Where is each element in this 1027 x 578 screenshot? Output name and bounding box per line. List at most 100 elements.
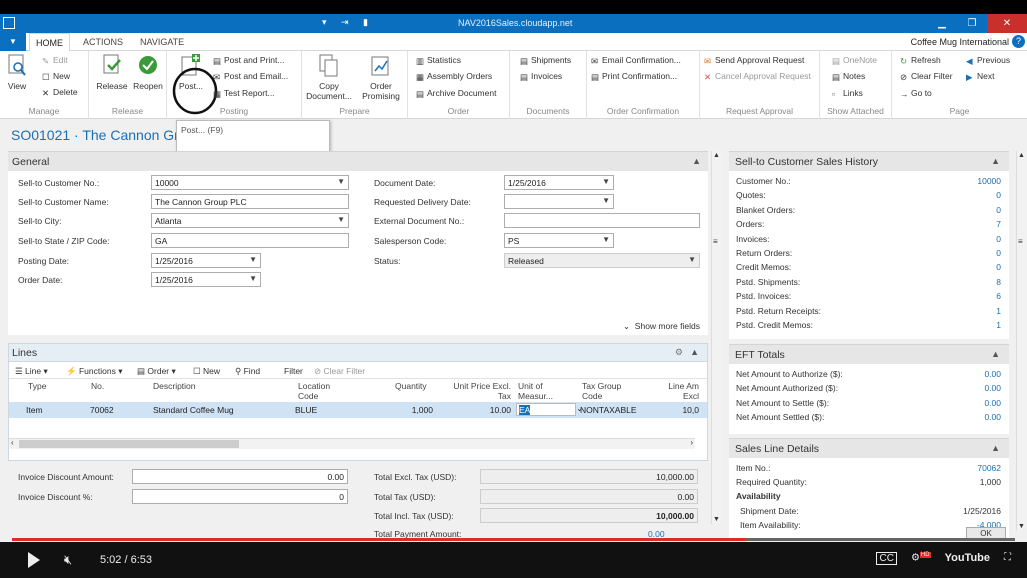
- tab-home[interactable]: HOME: [29, 33, 70, 52]
- history-row-value[interactable]: 0: [996, 248, 1001, 258]
- factbox-vertical-scrollbar[interactable]: ▲ ≡ ▼: [1016, 151, 1026, 531]
- sell-to-customer-name-field[interactable]: The Cannon Group PLC: [151, 194, 349, 209]
- fullscreen-icon[interactable]: ⛶: [1004, 552, 1011, 565]
- go-to-button[interactable]: → Go to: [900, 88, 932, 99]
- status-field[interactable]: Released ▼: [504, 253, 700, 268]
- gear-icon[interactable]: ⚙: [675, 347, 683, 358]
- links-button[interactable]: ▫ Links: [832, 88, 863, 99]
- post-and-print-button[interactable]: ▤ Post and Print...: [213, 55, 284, 66]
- horizontal-scrollbar[interactable]: ‹ ›: [9, 438, 695, 449]
- eft-row-value[interactable]: 0.00: [984, 369, 1001, 379]
- lines-header[interactable]: Lines ⚙ ▲: [9, 344, 707, 362]
- sell-to-city-field[interactable]: Atlanta ▼: [151, 213, 349, 228]
- invoice-discount-amount-field[interactable]: 0.00: [132, 469, 348, 484]
- assembly-orders-button[interactable]: ▦ Assembly Orders: [416, 71, 492, 82]
- archive-document-button[interactable]: ▤ Archive Document: [416, 88, 496, 99]
- previous-button[interactable]: ◀ Previous: [966, 55, 1010, 66]
- next-button[interactable]: ▶ Next: [966, 71, 994, 82]
- mute-icon[interactable]: 🔇︎: [64, 552, 72, 568]
- application-menu-button[interactable]: ▼: [0, 33, 26, 51]
- refresh-button[interactable]: ↻ Refresh: [900, 55, 941, 66]
- history-row-value[interactable]: 8: [996, 277, 1001, 287]
- cell-line-amount[interactable]: 10,0: [669, 405, 699, 415]
- document-date-field[interactable]: 1/25/2016 ▼: [504, 175, 614, 190]
- email-confirmation-button[interactable]: ✉ Email Confirmation...: [591, 55, 681, 66]
- company-name[interactable]: Coffee Mug International: [911, 37, 1009, 47]
- scrollbar-thumb[interactable]: [19, 440, 239, 448]
- minimize-icon[interactable]: ▁: [927, 14, 957, 33]
- salesperson-code-field[interactable]: PS ▼: [504, 233, 614, 248]
- print-confirmation-button[interactable]: ▤ Print Confirmation...: [591, 71, 677, 82]
- history-row-value[interactable]: 0: [996, 205, 1001, 215]
- sales-line-details-header[interactable]: Sales Line Details ▲: [729, 438, 1009, 458]
- table-row[interactable]: Item 70062 Standard Coffee Mug BLUE 1,00…: [9, 402, 707, 418]
- delete-button[interactable]: ✕ Delete: [42, 87, 78, 98]
- cell-type[interactable]: Item: [26, 405, 43, 415]
- help-icon[interactable]: ?: [1012, 35, 1025, 48]
- eft-row-value[interactable]: 0.00: [984, 383, 1001, 393]
- settings-icon[interactable]: ⚙HD: [911, 552, 931, 565]
- clear-filter-button[interactable]: ⊘ Clear Filter: [314, 366, 365, 377]
- order-promising-button[interactable]: Order Promising: [356, 53, 406, 101]
- onenote-button[interactable]: ▤ OneNote: [832, 55, 877, 66]
- cell-quantity[interactable]: 1,000: [389, 405, 433, 415]
- history-row-value[interactable]: 6: [996, 291, 1001, 301]
- history-row-value[interactable]: 0: [996, 262, 1001, 272]
- collapse-icon[interactable]: ▲: [991, 349, 1000, 359]
- new-line-button[interactable]: ☐ New: [193, 366, 220, 377]
- col-location-code[interactable]: Location Code: [298, 381, 348, 401]
- test-report-button[interactable]: ▦ Test Report...: [213, 88, 275, 99]
- external-document-no-field[interactable]: [504, 213, 700, 228]
- col-line-amount[interactable]: Line Am Excl: [657, 381, 699, 401]
- scroll-down-icon[interactable]: ▼: [713, 516, 720, 523]
- find-button[interactable]: ⚲ Find: [235, 366, 260, 377]
- notes-button[interactable]: ▤ Notes: [832, 71, 865, 82]
- play-icon[interactable]: [28, 552, 40, 568]
- scroll-up-icon[interactable]: ▲: [1018, 152, 1025, 159]
- requested-delivery-date-field[interactable]: ▼: [504, 194, 614, 209]
- cell-unit-price[interactable]: 10.00: [461, 405, 511, 415]
- edit-button[interactable]: ✎ Edit: [42, 55, 68, 66]
- collapse-icon[interactable]: ▲: [991, 156, 1000, 166]
- main-vertical-scrollbar[interactable]: ▲ ≡ ▼: [711, 151, 721, 524]
- history-row-value[interactable]: 10000: [977, 176, 1001, 186]
- sell-to-customer-no-field[interactable]: 10000 ▼: [151, 175, 349, 190]
- post-and-email-button[interactable]: ✉ Post and Email...: [213, 71, 288, 82]
- scroll-up-icon[interactable]: ▲: [713, 152, 720, 159]
- cancel-approval-request-button[interactable]: ✕ Cancel Approval Request: [704, 71, 811, 82]
- history-row-value[interactable]: 0: [996, 190, 1001, 200]
- tab-navigate[interactable]: NAVIGATE: [140, 37, 184, 47]
- history-row-value[interactable]: 1: [996, 306, 1001, 316]
- general-section-header[interactable]: General ▲: [8, 151, 708, 171]
- col-description[interactable]: Description: [153, 381, 196, 391]
- item-no-link[interactable]: 70062: [977, 463, 1001, 473]
- scrollbar-grip-icon[interactable]: ≡: [1018, 237, 1023, 246]
- sell-to-state-field[interactable]: GA: [151, 233, 349, 248]
- clear-filter-button[interactable]: ⊘ Clear Filter: [900, 71, 953, 82]
- scroll-down-icon[interactable]: ▼: [1018, 523, 1025, 530]
- col-unit-price[interactable]: Unit Price Excl. Tax: [445, 381, 511, 401]
- col-unit-of-measure[interactable]: Unit of Measur...: [518, 381, 566, 401]
- cell-location[interactable]: BLUE: [295, 405, 317, 415]
- collapse-icon[interactable]: ▲: [692, 156, 701, 166]
- send-approval-request-button[interactable]: ✉ Send Approval Request: [704, 55, 804, 66]
- collapse-icon[interactable]: ▲: [690, 347, 699, 357]
- line-menu-button[interactable]: ☰ Line ▾: [15, 366, 48, 377]
- collapse-icon[interactable]: ▲: [991, 443, 1000, 453]
- statistics-button[interactable]: ▥ Statistics: [416, 55, 461, 66]
- history-row-value[interactable]: 7: [996, 219, 1001, 229]
- scroll-right-icon[interactable]: ›: [690, 438, 693, 447]
- restore-icon[interactable]: ❐: [957, 14, 987, 33]
- youtube-logo[interactable]: YouTube: [945, 552, 990, 565]
- sales-history-header[interactable]: Sell-to Customer Sales History ▲: [729, 151, 1009, 171]
- filter-button[interactable]: Filter: [284, 366, 303, 376]
- eft-totals-header[interactable]: EFT Totals ▲: [729, 344, 1009, 364]
- cell-tax-group[interactable]: NONTAXABLE: [580, 405, 637, 415]
- col-quantity[interactable]: Quantity: [395, 381, 427, 391]
- eft-row-value[interactable]: 0.00: [984, 412, 1001, 422]
- close-icon[interactable]: ✕: [987, 14, 1027, 33]
- col-type[interactable]: Type: [28, 381, 46, 391]
- tab-actions[interactable]: ACTIONS: [83, 37, 123, 47]
- release-button[interactable]: Release: [95, 53, 129, 91]
- history-row-value[interactable]: 0: [996, 234, 1001, 244]
